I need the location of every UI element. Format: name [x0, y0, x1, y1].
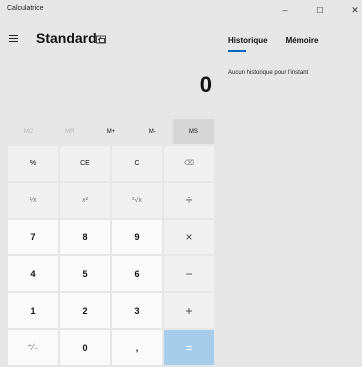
reciprocal-button[interactable]: ¹⁄x	[8, 182, 58, 218]
memory-subtract-button[interactable]: M-	[132, 119, 173, 144]
digit-0-button[interactable]: 0	[60, 330, 110, 365]
digit-1-button[interactable]: 1	[8, 293, 58, 329]
backspace-icon[interactable]: ⌫	[164, 146, 214, 181]
clear-entry-button[interactable]: CE	[60, 146, 110, 181]
mode-title: Standard	[36, 30, 97, 46]
window-title: Calculatrice	[7, 5, 44, 12]
side-panel-tabs: Historique Mémoire	[228, 36, 318, 52]
multiply-button[interactable]: ×	[164, 219, 214, 255]
digit-7-button[interactable]: 7	[8, 219, 58, 255]
display-value: 0	[199, 72, 212, 97]
menu-icon[interactable]	[8, 33, 22, 45]
percent-button[interactable]: %	[8, 146, 58, 181]
minus-button[interactable]: −	[164, 256, 214, 292]
memory-row: MC MR M+ M- MS	[8, 119, 215, 144]
tab-memory[interactable]: Mémoire	[286, 36, 319, 52]
plus-button[interactable]: +	[164, 293, 214, 329]
clear-button[interactable]: C	[112, 146, 162, 181]
memory-recall-button[interactable]: MR	[49, 119, 90, 144]
digit-2-button[interactable]: 2	[60, 293, 110, 329]
negate-button[interactable]: ⁺∕₋	[8, 330, 58, 365]
divide-button[interactable]: ÷	[164, 182, 214, 218]
decimal-button[interactable]: ,	[112, 330, 162, 365]
maximize-button[interactable]: ☐	[309, 0, 331, 20]
digit-5-button[interactable]: 5	[60, 256, 110, 292]
square-button[interactable]: x²	[60, 182, 110, 218]
digit-3-button[interactable]: 3	[112, 293, 162, 329]
close-button[interactable]: ✕	[344, 0, 362, 20]
digit-6-button[interactable]: 6	[112, 256, 162, 292]
digit-9-button[interactable]: 9	[112, 219, 162, 255]
minimize-button[interactable]: –	[274, 0, 296, 20]
title-bar: Calculatrice – ☐ ✕	[0, 0, 362, 20]
history-empty-message: Aucun historique pour l'instant	[228, 70, 309, 76]
memory-store-button[interactable]: MS	[172, 119, 215, 144]
memory-add-button[interactable]: M+	[90, 119, 131, 144]
equals-button[interactable]: =	[164, 330, 214, 365]
keep-on-top-icon[interactable]	[95, 33, 109, 45]
keypad: % CE C ⌫ ¹⁄x x² ²√x ÷ 7 8 9 × 4 5 6 − 1 …	[8, 146, 214, 365]
memory-clear-button[interactable]: MC	[8, 119, 49, 144]
square-root-button[interactable]: ²√x	[112, 182, 162, 218]
digit-4-button[interactable]: 4	[8, 256, 58, 292]
tab-history[interactable]: Historique	[228, 36, 268, 52]
digit-8-button[interactable]: 8	[60, 219, 110, 255]
